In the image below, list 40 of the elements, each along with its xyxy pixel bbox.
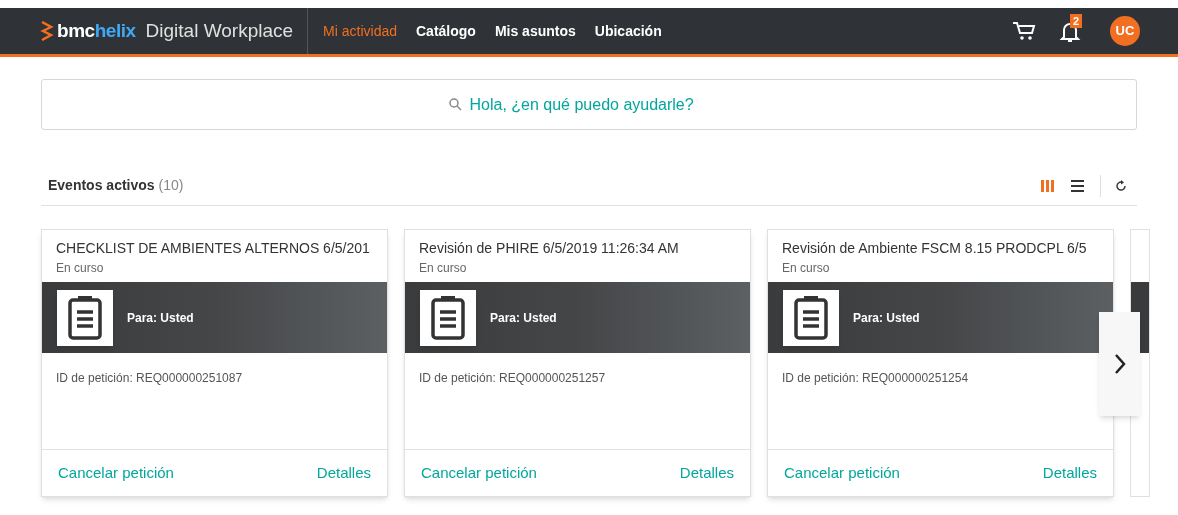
list-view-button[interactable] (1070, 178, 1086, 193)
logo-text: bmchelix (57, 18, 136, 43)
card-recipient: Para: Usted (853, 309, 920, 327)
section-count: (10) (158, 176, 184, 195)
nav-tab[interactable]: Mis asuntos (494, 20, 576, 42)
clipboard-icon (420, 289, 476, 346)
search-field[interactable]: Hola, ¿en qué puedo ayudarle? (41, 79, 1137, 130)
clipboard-icon (783, 289, 839, 346)
card-title: Revisión de Ambiente FSCM 8.15 PRODCPL 6/5 (782, 239, 1088, 258)
cancel-link[interactable]: Cancelar petición (784, 461, 900, 485)
notification-badge: 2 (1070, 14, 1083, 28)
card-status: En curso (56, 260, 105, 277)
card-recipient: Para: Usted (490, 309, 557, 327)
chevron-right-icon (1113, 353, 1126, 375)
request-id: ID de petición: REQ000000251087 (55, 370, 244, 387)
request-id: ID de petición: REQ000000251254 (781, 370, 970, 387)
card-status: En curso (419, 260, 468, 277)
cancel-link[interactable]: Cancelar petición (421, 461, 537, 485)
logo-icon (40, 21, 54, 41)
cart-icon[interactable] (1012, 21, 1036, 41)
details-link[interactable]: Detalles (679, 461, 734, 485)
clipboard-icon (57, 289, 113, 346)
card-status: En curso (782, 260, 831, 277)
nav-tab[interactable]: Mi actividad (323, 20, 397, 42)
details-link[interactable]: Detalles (316, 461, 371, 485)
refresh-icon[interactable] (1115, 179, 1127, 192)
card-recipient: Para: Usted (127, 309, 194, 327)
card-title: CHECKLIST DE AMBIENTES ALTERNOS 6/5/201 (56, 239, 371, 258)
section-title: Eventos activos (48, 176, 155, 195)
nav-tab[interactable]: Catálogo (416, 20, 476, 42)
nav-tab[interactable]: Ubicación (594, 20, 662, 42)
user-avatar[interactable]: UC (1110, 16, 1140, 46)
column-view-button[interactable] (1040, 178, 1056, 193)
request-id: ID de petición: REQ000000251257 (418, 370, 607, 387)
details-link[interactable]: Detalles (1042, 461, 1097, 485)
search-input[interactable]: Hola, ¿en qué puedo ayudarle? (469, 92, 730, 117)
card-title: Revisión de PHIRE 6/5/2019 11:26:34 AM (419, 239, 680, 258)
search-icon (448, 98, 462, 111)
cancel-link[interactable]: Cancelar petición (58, 461, 174, 485)
product-name: Digital Workplace (145, 18, 294, 43)
